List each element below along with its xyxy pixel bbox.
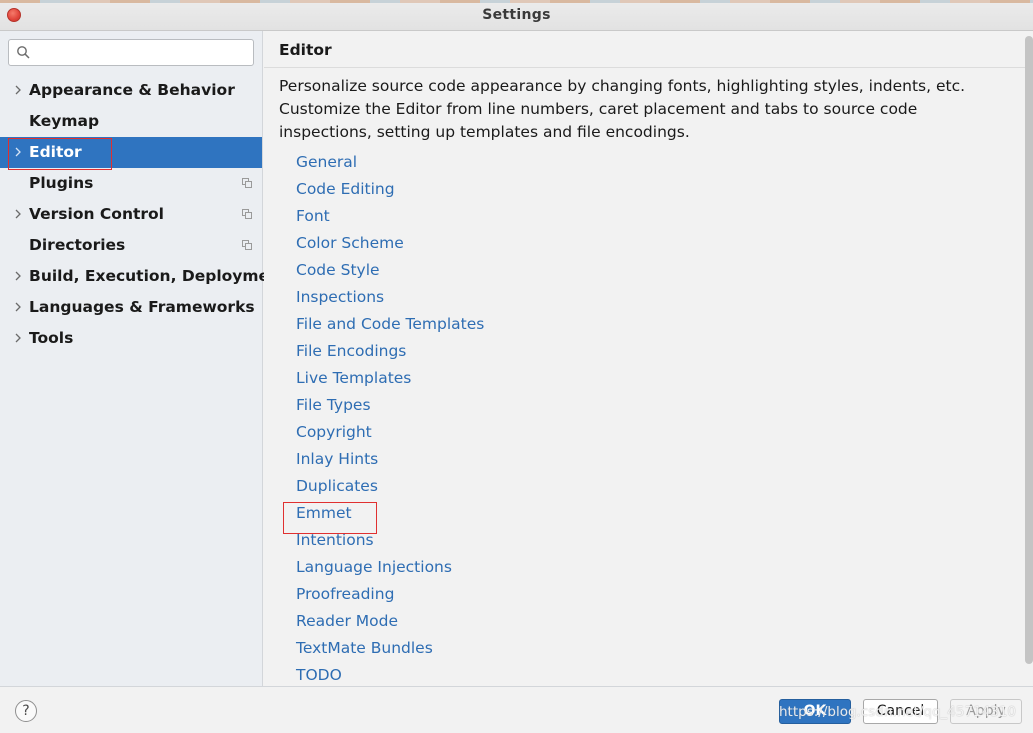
link-duplicates[interactable]: Duplicates: [296, 477, 484, 504]
link-reader-mode[interactable]: Reader Mode: [296, 612, 484, 639]
highlight-box-editor: [8, 138, 112, 170]
sidebar-item-label: Plugins: [29, 174, 94, 192]
link-inlay-hints[interactable]: Inlay Hints: [296, 450, 484, 477]
cancel-button[interactable]: Cancel: [863, 699, 938, 724]
search-input[interactable]: [35, 43, 247, 62]
sidebar-item-label: Keymap: [29, 112, 100, 130]
sidebar-item-plugins[interactable]: Plugins: [0, 168, 262, 199]
apply-button[interactable]: Apply: [950, 699, 1022, 724]
link-inspections[interactable]: Inspections: [296, 288, 484, 315]
copy-icon: [242, 209, 252, 219]
link-code-style[interactable]: Code Style: [296, 261, 484, 288]
sidebar-item-keymap[interactable]: Keymap: [0, 106, 262, 137]
sidebar-item-label: Build, Execution, Deployment: [29, 267, 288, 285]
footer: ? OK Cancel Apply https://blog.csdn.net/…: [0, 686, 1033, 733]
link-code-editing[interactable]: Code Editing: [296, 180, 484, 207]
chevron-right-icon[interactable]: [13, 208, 23, 220]
link-file-and-code-templates[interactable]: File and Code Templates: [296, 315, 484, 342]
chevron-right-icon[interactable]: [13, 270, 23, 282]
link-intentions[interactable]: Intentions: [296, 531, 484, 558]
sidebar-item-appearance-behavior[interactable]: Appearance & Behavior: [0, 75, 262, 106]
sidebar-item-label: Appearance & Behavior: [29, 81, 235, 99]
sidebar-item-label: Version Control: [29, 205, 164, 223]
sidebar-item-tools[interactable]: Tools: [0, 323, 262, 354]
sidebar-item-label: Directories: [29, 236, 126, 254]
help-button[interactable]: ?: [15, 700, 37, 722]
link-color-scheme[interactable]: Color Scheme: [296, 234, 484, 261]
link-language-injections[interactable]: Language Injections: [296, 558, 484, 585]
chevron-right-icon[interactable]: [13, 332, 23, 344]
link-general[interactable]: General: [296, 153, 484, 180]
highlight-box-emmet: [283, 502, 377, 534]
link-font[interactable]: Font: [296, 207, 484, 234]
link-todo[interactable]: TODO: [296, 666, 484, 686]
link-file-types[interactable]: File Types: [296, 396, 484, 423]
scrollbar[interactable]: [1025, 36, 1033, 664]
page-title: Editor: [279, 41, 332, 59]
subpage-links: General Code Editing Font Color Scheme Code …: [296, 153, 484, 686]
search-icon: [17, 46, 30, 59]
link-proofreading[interactable]: Proofreading: [296, 585, 484, 612]
sidebar-item-languages-frameworks[interactable]: Languages & Frameworks: [0, 292, 262, 323]
link-file-encodings[interactable]: File Encodings: [296, 342, 484, 369]
sidebar-item-label: Tools: [29, 329, 74, 347]
title-bar: Settings: [0, 0, 1033, 31]
sidebar-item-directories[interactable]: Directories: [0, 230, 262, 261]
search-box[interactable]: [8, 39, 254, 66]
copy-icon: [242, 240, 252, 250]
sidebar-item-version-control[interactable]: Version Control: [0, 199, 262, 230]
chevron-right-icon[interactable]: [13, 84, 23, 96]
link-live-templates[interactable]: Live Templates: [296, 369, 484, 396]
title-divider: [264, 67, 1033, 68]
link-copyright[interactable]: Copyright: [296, 423, 484, 450]
window-title: Settings: [482, 7, 551, 23]
settings-window: Settings Appearance & Behavior Keymap Edit…: [0, 0, 1033, 733]
copy-icon: [242, 178, 252, 188]
chevron-right-icon[interactable]: [13, 301, 23, 313]
page-description: Personalize source code appearance by ch…: [279, 77, 966, 141]
content-panel: Editor Personalize source code appearanc…: [264, 31, 1033, 686]
sidebar-item-label: Languages & Frameworks: [29, 298, 255, 316]
link-textmate-bundles[interactable]: TextMate Bundles: [296, 639, 484, 666]
sidebar: Appearance & Behavior Keymap Editor Plugins…: [0, 31, 288, 686]
ok-button[interactable]: OK: [779, 699, 851, 724]
sidebar-item-build-execution-deployment[interactable]: Build, Execution, Deployment: [0, 261, 288, 292]
